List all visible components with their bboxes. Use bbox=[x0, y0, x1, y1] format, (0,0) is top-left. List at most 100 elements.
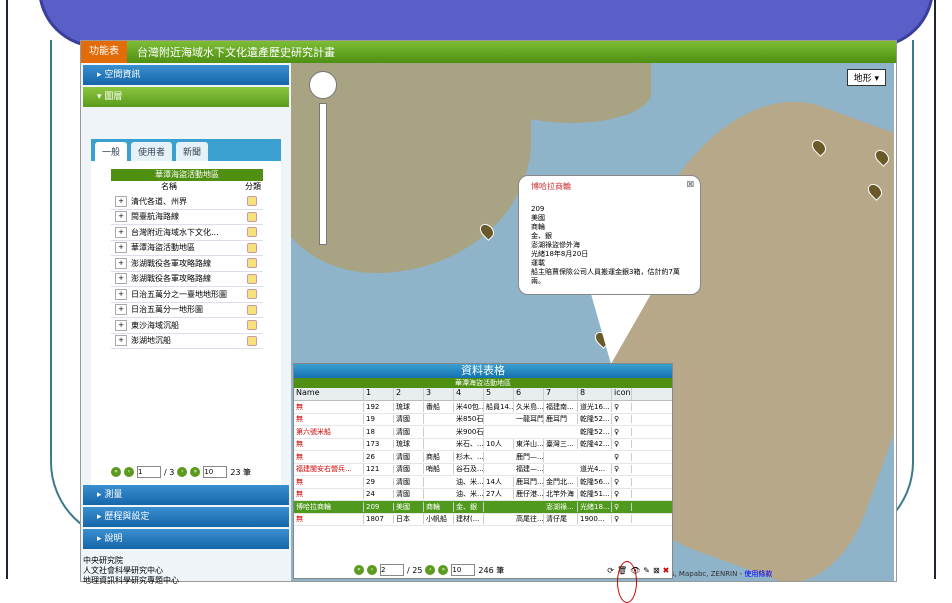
table-cell: 29 bbox=[364, 477, 394, 486]
expand-icon[interactable]: + bbox=[115, 226, 127, 238]
col-header[interactable]: 3 bbox=[424, 388, 454, 400]
map-type-select[interactable]: 地形 ▾ bbox=[846, 69, 886, 86]
prev-page-icon[interactable]: ‹ bbox=[367, 565, 377, 575]
table-cell: 18 bbox=[364, 427, 394, 436]
page-input[interactable]: 2 bbox=[380, 564, 404, 576]
layer-row[interactable]: + 澎湖戰役各軍攻略路線 bbox=[111, 272, 263, 287]
layer-name: 台灣附近海域水下文化... bbox=[131, 227, 219, 237]
page-size-select[interactable]: 10 bbox=[203, 466, 228, 478]
table-cell: 乾隆42... bbox=[578, 439, 612, 450]
footer-line: 地理資訊科學研究專題中心 bbox=[83, 576, 179, 585]
col-header[interactable]: 7 bbox=[544, 388, 578, 400]
table-cell: 無 bbox=[294, 489, 364, 500]
next-page-icon[interactable]: › bbox=[425, 565, 436, 575]
table-row[interactable]: 第六號米船 18 清國 米900石 乾隆52... ♀ bbox=[294, 426, 672, 439]
table-row[interactable]: 無 24 清國 油、米... 27人 鹿仔港... 北竿外海 乾隆51... ♀ bbox=[294, 489, 672, 501]
layer-row[interactable]: + 清代各道、州界 bbox=[111, 194, 263, 210]
prev-page-icon[interactable]: ‹ bbox=[124, 467, 134, 477]
layer-row[interactable]: + 東沙海域沉船 bbox=[111, 318, 263, 334]
table-cell: 哨船 bbox=[424, 464, 454, 475]
table-row[interactable]: 無 29 清國 油、米... 14人 鹿耳門... 金門北... 乾隆56... ♀ bbox=[294, 476, 672, 489]
table-cell: 第六號米船 bbox=[294, 426, 364, 437]
layer-row[interactable]: + 日治五萬分一地形圖 bbox=[111, 303, 263, 318]
close-icon[interactable]: ☒ bbox=[687, 180, 694, 189]
table-title: 資料表格 bbox=[294, 364, 672, 378]
col-header[interactable]: 2 bbox=[394, 388, 424, 400]
page-input[interactable]: 1 bbox=[137, 466, 161, 478]
accordion-measure[interactable]: ▸ 測量 bbox=[83, 485, 289, 505]
clear-icon[interactable]: ⊠ bbox=[653, 566, 660, 575]
table-cell: 清國 bbox=[394, 489, 424, 500]
menu-button[interactable]: 功能表 bbox=[81, 41, 127, 63]
last-page-icon[interactable]: » bbox=[190, 467, 201, 477]
table-row[interactable]: 無 19 清國 米850石 一龍耳門 鹿耳門 乾隆52... ♀ bbox=[294, 414, 672, 426]
land-north bbox=[491, 63, 651, 123]
table-cell: 192 bbox=[364, 402, 394, 411]
table-cell: 東洋山... bbox=[516, 439, 544, 450]
col-header[interactable]: 6 bbox=[514, 388, 544, 400]
layer-row[interactable]: + 華潭海盜活動地區 bbox=[111, 241, 263, 256]
tab-news[interactable]: 新聞 bbox=[176, 142, 209, 161]
refresh-icon[interactable]: ⟳ bbox=[607, 566, 614, 575]
table-row[interactable]: 無 1807 日本 小帆船 建材(... 高尾往... 清仔尾 1900... ♀ bbox=[294, 514, 672, 526]
popup-line: 光緒18年8月20日 bbox=[531, 250, 589, 258]
locate-icon[interactable]: ✎ bbox=[643, 566, 650, 575]
expand-icon[interactable]: + bbox=[115, 257, 127, 269]
last-page-icon[interactable]: » bbox=[438, 565, 449, 575]
expand-icon[interactable]: + bbox=[115, 195, 127, 207]
page-size-select[interactable]: 10 bbox=[451, 564, 476, 576]
col-header[interactable]: 1 bbox=[364, 388, 394, 400]
next-page-icon[interactable]: › bbox=[177, 467, 188, 477]
expand-icon[interactable]: + bbox=[115, 211, 127, 223]
table-cell: 鹿耳門... bbox=[516, 476, 544, 487]
layer-row[interactable]: + 台灣附近海域水下文化... bbox=[111, 225, 263, 241]
expand-icon[interactable]: + bbox=[115, 288, 127, 300]
layer-row[interactable]: + 澎湖戰役各軍攻略路線 bbox=[111, 256, 263, 272]
popup-line: 美國 bbox=[531, 214, 545, 222]
table-cell: 無 bbox=[294, 414, 364, 425]
accordion-label: 測量 bbox=[104, 490, 123, 500]
first-page-icon[interactable]: « bbox=[111, 467, 121, 477]
tab-user[interactable]: 使用者 bbox=[131, 142, 173, 161]
table-cell: 乾隆51... bbox=[578, 489, 612, 500]
expand-icon[interactable]: + bbox=[115, 304, 127, 316]
col-header[interactable]: icon bbox=[612, 388, 632, 400]
col-header[interactable]: 4 bbox=[454, 388, 484, 400]
col-header[interactable]: 5 bbox=[484, 388, 514, 400]
expand-icon[interactable]: + bbox=[115, 273, 127, 285]
col-header[interactable]: Name bbox=[294, 388, 364, 400]
left-panel: ▸ 空間資訊 ▾ 圖層 一般 使用者 新聞 華潭海盜活動地區 名稱 分類 + 清代… bbox=[81, 63, 291, 585]
class-icon bbox=[247, 242, 257, 253]
table-row[interactable]: 博哈拉商輪 209 美國 商輪 金、銀 澎湖祿... 光緒18... ♀ bbox=[294, 501, 672, 514]
table-row[interactable]: 無 192 琉球 番船 米40包... 船員14... 久米島... 福建南... 道光16..… bbox=[294, 401, 672, 414]
zoom-slider[interactable] bbox=[319, 103, 327, 245]
pan-control-icon[interactable] bbox=[309, 71, 337, 99]
table-cell: 商輪 bbox=[424, 501, 454, 512]
accordion-history[interactable]: ▸ 歷程與設定 bbox=[83, 507, 289, 527]
accordion-help[interactable]: ▸ 說明 bbox=[83, 529, 289, 549]
expand-icon[interactable]: + bbox=[115, 319, 127, 331]
first-page-icon[interactable]: « bbox=[354, 565, 364, 575]
table-row[interactable]: 無 173 琉球 米石、... 10人 東洋山... 臺灣三... 乾隆42... ♀ bbox=[294, 439, 672, 451]
popup-line: 船主賠賈保險公司人員搬運金銀3箱，估計約7萬兩。 bbox=[531, 268, 680, 285]
table-row[interactable]: 福建閩安右營兵... 121 清國 哨船 谷石及... 福建—... 道光4... ♀ bbox=[294, 464, 672, 476]
accordion-label: 空間資訊 bbox=[104, 70, 141, 80]
layer-row[interactable]: + 閩臺航海路線 bbox=[111, 210, 263, 225]
table-row[interactable]: 無 26 清國 商船 杉木、... 鹿門—... ♀ bbox=[294, 451, 672, 464]
accordion-spatial-info[interactable]: ▸ 空間資訊 bbox=[83, 65, 289, 85]
expand-icon[interactable]: + bbox=[115, 335, 127, 347]
col-header[interactable]: 8 bbox=[578, 388, 612, 400]
accordion-layers[interactable]: ▾ 圖層 bbox=[83, 87, 289, 107]
table-cell: 清國 bbox=[394, 414, 424, 425]
terms-link[interactable]: 使用條款 bbox=[744, 570, 772, 578]
table-cell: 船員14... bbox=[486, 401, 514, 412]
layer-row[interactable]: + 日治五萬分之一臺地地形圖 bbox=[111, 287, 263, 303]
tab-general[interactable]: 一般 bbox=[95, 142, 128, 161]
class-icon bbox=[247, 320, 257, 331]
table-cell: 商船 bbox=[424, 451, 454, 462]
close-table-icon[interactable]: ✖ bbox=[663, 566, 670, 575]
expand-icon[interactable]: + bbox=[115, 242, 127, 254]
layer-row[interactable]: + 澎湖地沉船 bbox=[111, 334, 263, 349]
table-cell: 光緒18... bbox=[578, 501, 612, 512]
table-cell: 米900石 bbox=[456, 426, 484, 437]
